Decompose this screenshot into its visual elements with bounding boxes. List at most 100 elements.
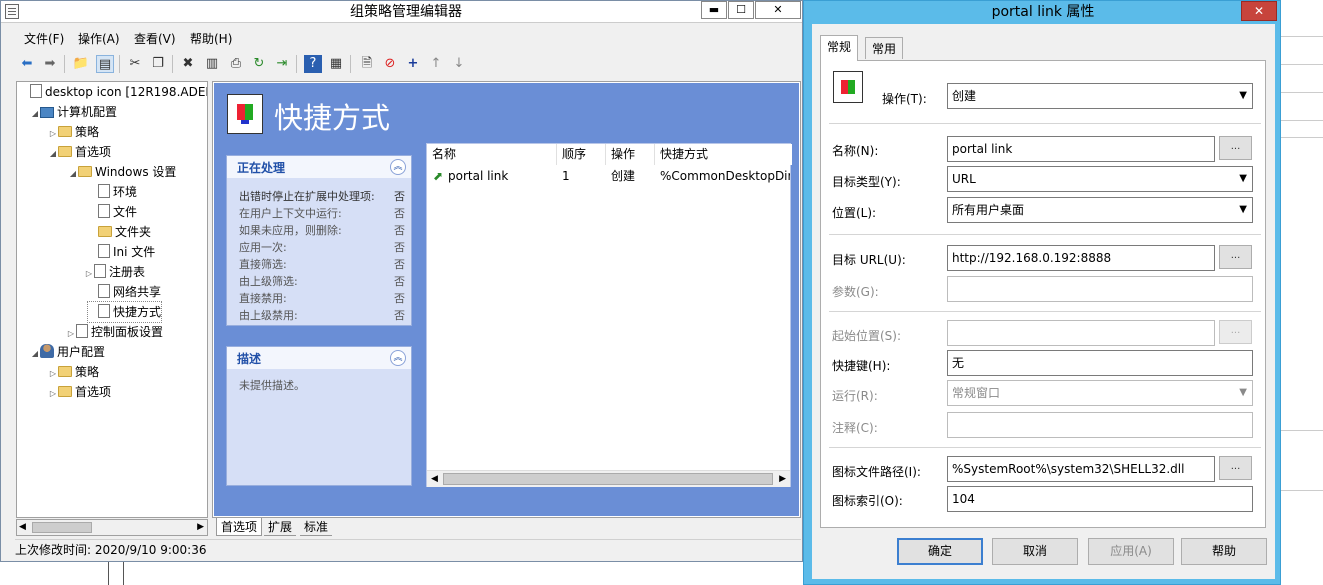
help-button[interactable]: 帮助 bbox=[1181, 538, 1267, 565]
apply-button[interactable]: 应用(A) bbox=[1088, 538, 1174, 565]
menu-view[interactable]: 查看(V) bbox=[134, 30, 176, 47]
tree-horizontal-scrollbar[interactable]: ◀ ▶ bbox=[16, 519, 208, 536]
expand-arrow-icon[interactable]: ◢ bbox=[30, 104, 40, 124]
hotkey-field[interactable]: 无 bbox=[947, 350, 1253, 376]
tree-item[interactable]: ◢ 首选项 bbox=[48, 142, 111, 162]
ini-icon bbox=[98, 244, 110, 258]
export-icon[interactable]: ⇥ bbox=[273, 55, 291, 73]
show-tree-icon[interactable]: ▤ bbox=[96, 55, 114, 73]
expand-arrow-icon[interactable]: ◢ bbox=[68, 164, 78, 184]
back-icon[interactable]: ⬅ bbox=[18, 55, 36, 73]
menu-action[interactable]: 操作(A) bbox=[78, 30, 120, 47]
minimize-button[interactable]: ▬ bbox=[701, 1, 727, 19]
refresh-icon[interactable]: ↻ bbox=[250, 55, 268, 73]
ok-button[interactable]: 确定 bbox=[897, 538, 983, 565]
start-in-browse-button[interactable]: ... bbox=[1219, 320, 1252, 344]
target-type-select[interactable]: URL ▼ bbox=[947, 166, 1253, 192]
help-icon[interactable]: ? bbox=[304, 55, 322, 73]
add-icon[interactable]: + bbox=[404, 55, 422, 73]
name-field[interactable]: portal link bbox=[947, 136, 1215, 162]
chevron-down-icon: ▼ bbox=[1239, 173, 1247, 184]
tree-item[interactable]: ◢ 用户配置 bbox=[30, 342, 105, 362]
action-pane-icon[interactable]: ▦ bbox=[327, 55, 345, 73]
column-action[interactable]: 操作 bbox=[606, 144, 655, 165]
cancel-button[interactable]: 取消 bbox=[992, 538, 1078, 565]
new-item-icon[interactable]: 🗎 bbox=[358, 55, 376, 73]
icon-browse-button[interactable]: ... bbox=[1219, 456, 1252, 480]
tree-item[interactable]: Ini 文件 bbox=[88, 242, 155, 262]
url-browse-button[interactable]: ... bbox=[1219, 245, 1252, 269]
expand-arrow-icon[interactable]: ▷ bbox=[84, 264, 94, 284]
tab-standard[interactable]: 标准 bbox=[300, 518, 333, 536]
scroll-left-icon[interactable]: ◀ bbox=[431, 471, 438, 487]
start-in-field[interactable] bbox=[947, 320, 1215, 346]
tree-item[interactable]: 文件 bbox=[88, 202, 137, 222]
details-title: 快捷方式 bbox=[274, 101, 391, 135]
processing-box: 正在处理 ︽ 出错时停止在扩展中处理项: 否在用户上下文中运行: 否如果未应用，则删… bbox=[226, 155, 412, 326]
move-up-icon[interactable]: ↑ bbox=[427, 55, 445, 73]
args-label: 参数(G): bbox=[832, 285, 879, 299]
expand-arrow-icon[interactable]: ▷ bbox=[48, 384, 58, 404]
scroll-right-icon[interactable]: ▶ bbox=[197, 520, 204, 535]
tree-item[interactable]: 文件夹 bbox=[88, 222, 151, 242]
location-select[interactable]: 所有用户桌面 ▼ bbox=[947, 197, 1253, 223]
delete-icon[interactable]: ✖ bbox=[179, 55, 197, 73]
tree-item[interactable]: 快捷方式 bbox=[86, 301, 163, 323]
tree-item[interactable]: 网络共享 bbox=[88, 282, 161, 302]
tree-item[interactable]: ◢ 计算机配置 bbox=[30, 102, 117, 122]
collapse-icon[interactable]: ︽ bbox=[390, 159, 406, 175]
tab-general[interactable]: 常规 bbox=[820, 35, 859, 61]
processing-row-value: 否 bbox=[394, 207, 405, 220]
copy-icon[interactable]: ❐ bbox=[149, 55, 167, 73]
tree-item[interactable]: desktop icon [12R198.ADEM bbox=[20, 82, 207, 102]
icon-path-field[interactable]: %SystemRoot%\system32\SHELL32.dll bbox=[947, 456, 1215, 482]
move-down-icon[interactable]: ↓ bbox=[450, 55, 468, 73]
tree-item[interactable]: ▷ 首选项 bbox=[48, 382, 111, 402]
args-field[interactable] bbox=[947, 276, 1253, 302]
tree-item[interactable]: ▷ 策略 bbox=[48, 362, 99, 382]
tree-item-label: Windows 设置 bbox=[95, 165, 177, 179]
tab-extended[interactable]: 扩展 bbox=[264, 518, 297, 536]
icon-index-field[interactable]: 104 bbox=[947, 486, 1253, 512]
action-select[interactable]: 创建 ▼ bbox=[947, 83, 1253, 109]
expand-arrow-icon[interactable]: ▷ bbox=[48, 364, 58, 384]
scroll-thumb[interactable] bbox=[32, 522, 92, 533]
scroll-right-icon[interactable]: ▶ bbox=[779, 471, 786, 487]
name-browse-button[interactable]: ... bbox=[1219, 136, 1252, 160]
column-shortcut[interactable]: 快捷方式 bbox=[655, 144, 792, 165]
stop-icon[interactable]: ⊘ bbox=[381, 55, 399, 73]
cut-icon[interactable]: ✂ bbox=[126, 55, 144, 73]
expand-arrow-icon[interactable]: ▷ bbox=[66, 324, 76, 344]
tree-item[interactable]: ▷ 控制面板设置 bbox=[66, 322, 163, 342]
scroll-left-icon[interactable]: ◀ bbox=[19, 520, 26, 535]
collapse-icon[interactable]: ︽ bbox=[390, 350, 406, 366]
menu-help[interactable]: 帮助(H) bbox=[190, 30, 232, 47]
column-name[interactable]: 名称 bbox=[427, 144, 557, 165]
list-horizontal-scrollbar[interactable]: ◀ ▶ bbox=[427, 470, 790, 487]
tab-common[interactable]: 常用 bbox=[865, 37, 904, 59]
scroll-thumb[interactable] bbox=[443, 473, 773, 485]
print-icon[interactable]: ⎙ bbox=[227, 55, 245, 73]
tab-preferences[interactable]: 首选项 bbox=[216, 518, 263, 536]
tree-item[interactable]: 环境 bbox=[88, 182, 137, 202]
expand-arrow-icon[interactable]: ▷ bbox=[48, 124, 58, 144]
tree-item[interactable]: ▷ 注册表 bbox=[84, 262, 145, 282]
chevron-down-icon: ▼ bbox=[1239, 90, 1247, 101]
run-select[interactable]: 常规窗口 ▼ bbox=[947, 380, 1253, 406]
up-folder-icon[interactable]: 📁 bbox=[72, 55, 90, 73]
menu-file[interactable]: 文件(F) bbox=[24, 30, 64, 47]
dialog-close-button[interactable]: ✕ bbox=[1241, 1, 1277, 21]
target-url-field[interactable]: http://192.168.0.192:8888 bbox=[947, 245, 1215, 271]
file-icon bbox=[98, 204, 110, 218]
tree-item[interactable]: ▷ 策略 bbox=[48, 122, 99, 142]
column-order[interactable]: 顺序 bbox=[557, 144, 606, 165]
expand-arrow-icon[interactable]: ◢ bbox=[48, 144, 58, 164]
forward-icon[interactable]: ➡ bbox=[41, 55, 59, 73]
close-button[interactable]: ✕ bbox=[755, 1, 801, 19]
tree-item[interactable]: ◢ Windows 设置 bbox=[68, 162, 176, 182]
comment-field[interactable] bbox=[947, 412, 1253, 438]
tree-item-label: 控制面板设置 bbox=[91, 325, 164, 339]
properties-icon[interactable]: ▥ bbox=[203, 55, 221, 73]
expand-arrow-icon[interactable]: ◢ bbox=[30, 344, 40, 364]
maximize-button[interactable]: ☐ bbox=[728, 1, 754, 19]
